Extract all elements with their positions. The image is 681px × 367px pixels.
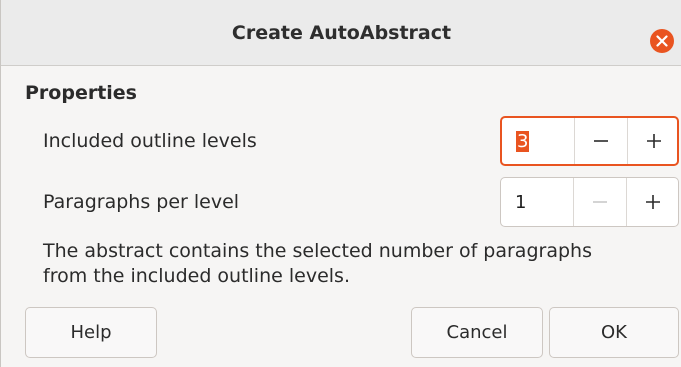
description-text: The abstract contains the selected numbe… <box>43 239 663 289</box>
properties-heading: Properties <box>25 82 137 104</box>
outline-levels-label: Included outline levels <box>43 130 257 152</box>
minus-icon <box>593 201 607 203</box>
plus-icon <box>646 195 660 209</box>
create-autoabstract-dialog: Create AutoAbstract Properties Included … <box>0 0 681 367</box>
outline-levels-increment-button[interactable] <box>627 118 680 164</box>
dialog-title: Create AutoAbstract <box>231 22 452 44</box>
description-line-1: The abstract contains the selected numbe… <box>43 240 592 262</box>
plus-icon <box>647 134 661 148</box>
paragraphs-input[interactable]: 1 <box>515 178 526 226</box>
paragraphs-increment-button[interactable] <box>626 178 679 226</box>
outline-levels-decrement-button[interactable] <box>574 118 627 164</box>
minus-icon <box>594 140 608 142</box>
ok-button[interactable]: OK <box>549 307 679 358</box>
paragraphs-decrement-button[interactable] <box>573 178 626 226</box>
title-bar: Create AutoAbstract <box>1 0 681 66</box>
paragraphs-spinbox[interactable]: 1 <box>500 177 679 227</box>
cancel-button[interactable]: Cancel <box>411 307 543 358</box>
description-line-2: from the included outline levels. <box>43 265 350 287</box>
outline-levels-input[interactable]: 3 <box>516 118 530 164</box>
outline-levels-spinbox[interactable]: 3 <box>500 116 679 166</box>
help-button[interactable]: Help <box>25 307 157 358</box>
close-button[interactable] <box>650 29 674 53</box>
paragraphs-label: Paragraphs per level <box>43 191 240 213</box>
close-icon <box>656 35 668 47</box>
